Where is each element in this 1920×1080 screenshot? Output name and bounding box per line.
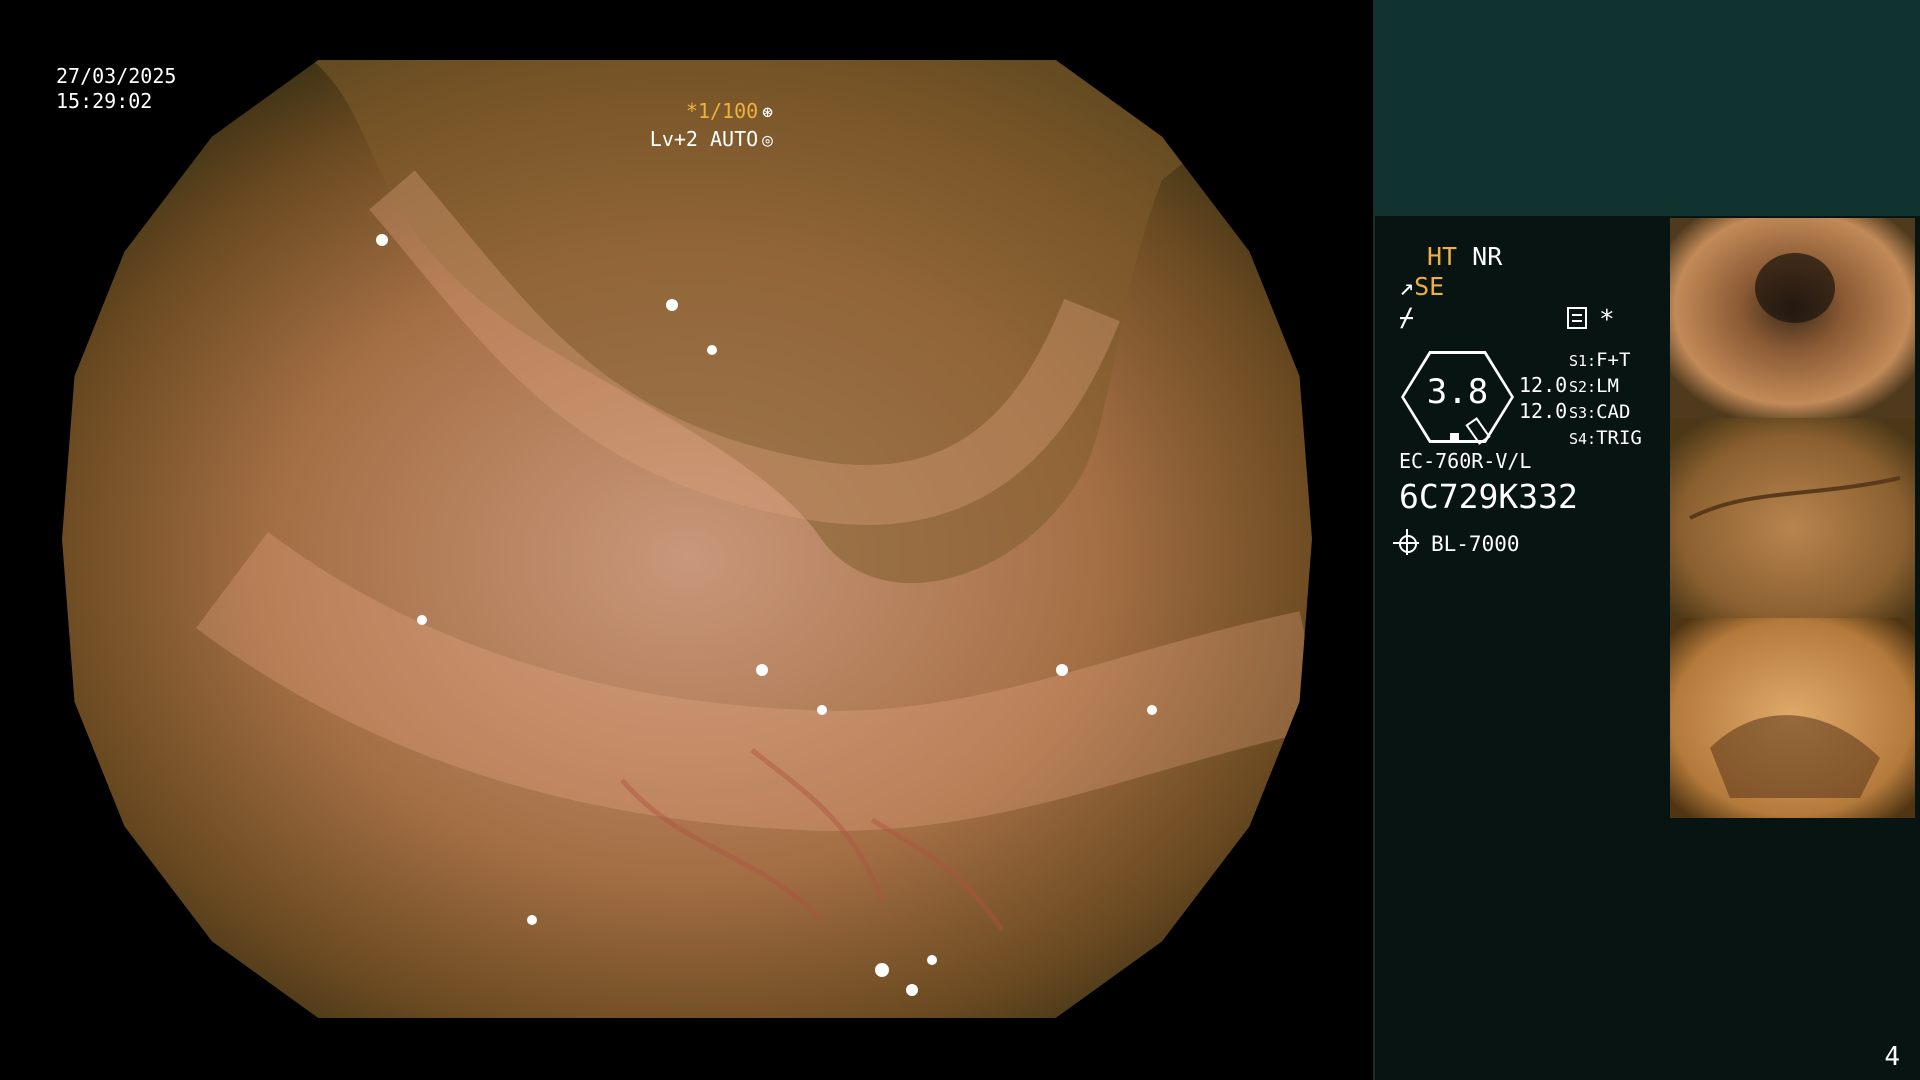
- slot-key: S1:: [1569, 352, 1597, 370]
- auto-icon: ◎: [762, 130, 773, 151]
- mode-indicator: HT NR: [1427, 242, 1502, 271]
- level-indicator: Lv+2 AUTO ◎: [650, 127, 773, 151]
- light-icon: [1393, 529, 1419, 555]
- memory-icon: [1567, 307, 1587, 329]
- thumbnail-2[interactable]: [1670, 418, 1915, 618]
- freeze-icon: ⌿: [1399, 303, 1415, 332]
- gain-values: 12.0 12.0: [1519, 372, 1567, 424]
- scope-model: EC-760R-V/L: [1399, 449, 1532, 473]
- thumbnail-1[interactable]: [1670, 218, 1915, 418]
- thumbnail-3[interactable]: [1670, 618, 1915, 818]
- slot-value: CAD: [1596, 401, 1631, 423]
- slot-list: S1:F+T S2:LM S3:CAD S4:TRIG: [1569, 348, 1642, 452]
- page-number: 4: [1884, 1042, 1900, 1072]
- level-text: Lv+2 AUTO: [649, 127, 759, 151]
- slot-key: S3:: [1569, 404, 1597, 422]
- shutter-icon: ⊛: [762, 102, 773, 123]
- slot-3: S3:CAD: [1569, 400, 1642, 426]
- light-source-text: BL-7000: [1431, 532, 1520, 556]
- slot-1: S1:F+T: [1569, 348, 1642, 374]
- slot-4: S4:TRIG: [1569, 426, 1642, 452]
- structure-enhance-icon: ↗: [1399, 272, 1415, 301]
- slot-key: S4:: [1569, 430, 1597, 448]
- exposure-indicator: *1/100 ⊛: [686, 99, 773, 123]
- slot-2: S2:LM: [1569, 374, 1642, 400]
- scope-serial: 6C729K332: [1399, 477, 1578, 516]
- info-panel: HT NR ↗SE ⌿ * 3.8 12.0 12.0 S1:F+T S2:LM…: [1373, 0, 1920, 1080]
- time-text: 15:29:02: [56, 89, 153, 113]
- exposure-text: *1/100: [685, 99, 759, 123]
- mode-nr-text: NR: [1472, 242, 1503, 271]
- datetime-overlay: 27/03/2025 15:29:02: [56, 64, 176, 114]
- endoscope-view: 27/03/2025 15:29:02 *1/100 ⊛ Lv+2 AUTO ◎: [0, 0, 1373, 1080]
- gain-value-2: 12.0: [1519, 399, 1568, 423]
- asterisk-icon: *: [1599, 305, 1615, 335]
- se-indicator: ↗SE: [1399, 272, 1444, 301]
- gauge-value: 3.8: [1426, 372, 1489, 412]
- slot-value: LM: [1596, 375, 1619, 397]
- panel-header-area: [1375, 0, 1920, 216]
- light-source: BL-7000: [1393, 529, 1520, 556]
- slot-value: TRIG: [1596, 427, 1642, 449]
- endoscope-image: [62, 60, 1312, 1018]
- slot-key: S2:: [1569, 378, 1597, 396]
- mode-ht-text: HT: [1427, 242, 1458, 271]
- gain-value-1: 12.0: [1519, 373, 1568, 397]
- se-text: SE: [1414, 272, 1445, 301]
- slot-value: F+T: [1596, 349, 1631, 371]
- gauge-bar-icon: [1450, 433, 1459, 440]
- date-text: 27/03/2025: [56, 64, 177, 88]
